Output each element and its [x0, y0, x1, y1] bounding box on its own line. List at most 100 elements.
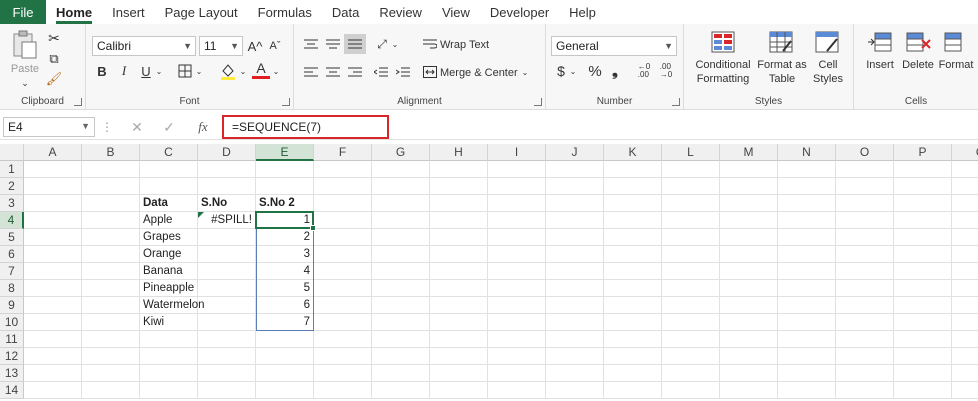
cell-o3[interactable] — [836, 195, 894, 212]
conditional-formatting-label-2[interactable]: Formatting — [690, 72, 756, 86]
cell-f14[interactable] — [314, 382, 372, 399]
wrap-text-icon[interactable] — [422, 36, 438, 52]
column-header-c[interactable]: C — [140, 144, 198, 161]
cell-h5[interactable] — [430, 229, 488, 246]
cell-i9[interactable] — [488, 297, 546, 314]
column-header-i[interactable]: I — [488, 144, 546, 161]
format-as-table-label-2[interactable]: Table — [756, 72, 808, 86]
cell-n14[interactable] — [778, 382, 836, 399]
cell-m12[interactable] — [720, 348, 778, 365]
cell-i3[interactable] — [488, 195, 546, 212]
row-header-6[interactable]: 6 — [0, 246, 24, 263]
cell-c11[interactable] — [140, 331, 198, 348]
delete-cells-icon[interactable] — [904, 30, 932, 54]
column-header-g[interactable]: G — [372, 144, 430, 161]
cell-l5[interactable] — [662, 229, 720, 246]
cell-i11[interactable] — [488, 331, 546, 348]
row-header-3[interactable]: 3 — [0, 195, 24, 212]
cell-g1[interactable] — [372, 161, 430, 178]
cell-b10[interactable] — [82, 314, 140, 331]
cell-o2[interactable] — [836, 178, 894, 195]
cell-l12[interactable] — [662, 348, 720, 365]
cell-d12[interactable] — [198, 348, 256, 365]
cell-c8[interactable]: Pineapple — [140, 280, 198, 297]
column-header-k[interactable]: K — [604, 144, 662, 161]
cell-b8[interactable] — [82, 280, 140, 297]
cell-i6[interactable] — [488, 246, 546, 263]
cell-f2[interactable] — [314, 178, 372, 195]
cell-n7[interactable] — [778, 263, 836, 280]
cell-o10[interactable] — [836, 314, 894, 331]
align-top-icon[interactable] — [302, 36, 320, 52]
format-cells-label[interactable]: Format — [936, 58, 976, 72]
cell-q6[interactable] — [952, 246, 978, 263]
cell-j7[interactable] — [546, 263, 604, 280]
font-launcher-icon[interactable] — [282, 98, 290, 106]
cell-a2[interactable] — [24, 178, 82, 195]
cell-c9[interactable]: Watermelon — [140, 297, 205, 314]
alignment-launcher-icon[interactable] — [534, 98, 542, 106]
cell-k1[interactable] — [604, 161, 662, 178]
cell-j11[interactable] — [546, 331, 604, 348]
cell-q5[interactable] — [952, 229, 978, 246]
cell-l6[interactable] — [662, 246, 720, 263]
cell-j14[interactable] — [546, 382, 604, 399]
select-all-corner[interactable] — [0, 144, 24, 161]
cell-g5[interactable] — [372, 229, 430, 246]
cell-c1[interactable] — [140, 161, 198, 178]
cell-k7[interactable] — [604, 263, 662, 280]
cell-h10[interactable] — [430, 314, 488, 331]
cell-h2[interactable] — [430, 178, 488, 195]
cell-a12[interactable] — [24, 348, 82, 365]
italic-button[interactable]: I — [116, 62, 132, 80]
more-options-icon[interactable]: ⋮ — [101, 119, 113, 135]
cell-h7[interactable] — [430, 263, 488, 280]
cell-q8[interactable] — [952, 280, 978, 297]
cell-o14[interactable] — [836, 382, 894, 399]
cell-l3[interactable] — [662, 195, 720, 212]
cell-d11[interactable] — [198, 331, 256, 348]
cell-c14[interactable] — [140, 382, 198, 399]
cell-m4[interactable] — [720, 212, 778, 229]
align-bottom-icon[interactable] — [344, 34, 366, 54]
cell-o12[interactable] — [836, 348, 894, 365]
cell-d13[interactable] — [198, 365, 256, 382]
cell-f4[interactable] — [314, 212, 372, 229]
font-name-dropdown[interactable]: Calibri ▼ — [92, 36, 196, 56]
merge-center-icon[interactable] — [422, 64, 438, 80]
cell-p8[interactable] — [894, 280, 952, 297]
row-header-11[interactable]: 11 — [0, 331, 24, 348]
row-header-2[interactable]: 2 — [0, 178, 24, 195]
cell-c13[interactable] — [140, 365, 198, 382]
cell-e14[interactable] — [256, 382, 314, 399]
decrease-font-icon[interactable]: Aˇ — [266, 37, 284, 55]
delete-cells-label[interactable]: Delete — [898, 58, 938, 72]
cell-g7[interactable] — [372, 263, 430, 280]
cell-h12[interactable] — [430, 348, 488, 365]
cell-b5[interactable] — [82, 229, 140, 246]
cell-h8[interactable] — [430, 280, 488, 297]
cell-j12[interactable] — [546, 348, 604, 365]
cell-d1[interactable] — [198, 161, 256, 178]
row-header-1[interactable]: 1 — [0, 161, 24, 178]
cell-q7[interactable] — [952, 263, 978, 280]
cell-p6[interactable] — [894, 246, 952, 263]
align-middle-icon[interactable] — [324, 36, 342, 52]
align-right-icon[interactable] — [346, 64, 364, 80]
cell-q10[interactable] — [952, 314, 978, 331]
cell-f10[interactable] — [314, 314, 372, 331]
worksheet-grid[interactable]: ABCDEFGHIJKLMNOPQ123DataS.NoS.No 24Apple… — [0, 144, 978, 401]
cell-k8[interactable] — [604, 280, 662, 297]
tab-developer[interactable]: Developer — [480, 0, 559, 24]
number-format-dropdown[interactable]: General ▼ — [551, 36, 677, 56]
cell-c5[interactable]: Grapes — [140, 229, 198, 246]
cell-a1[interactable] — [24, 161, 82, 178]
font-color-icon[interactable]: A — [252, 59, 270, 79]
cell-a10[interactable] — [24, 314, 82, 331]
cell-h4[interactable] — [430, 212, 488, 229]
error-indicator-icon[interactable] — [198, 212, 204, 218]
cell-m7[interactable] — [720, 263, 778, 280]
cell-k12[interactable] — [604, 348, 662, 365]
decrease-indent-icon[interactable] — [372, 64, 390, 80]
cell-e13[interactable] — [256, 365, 314, 382]
